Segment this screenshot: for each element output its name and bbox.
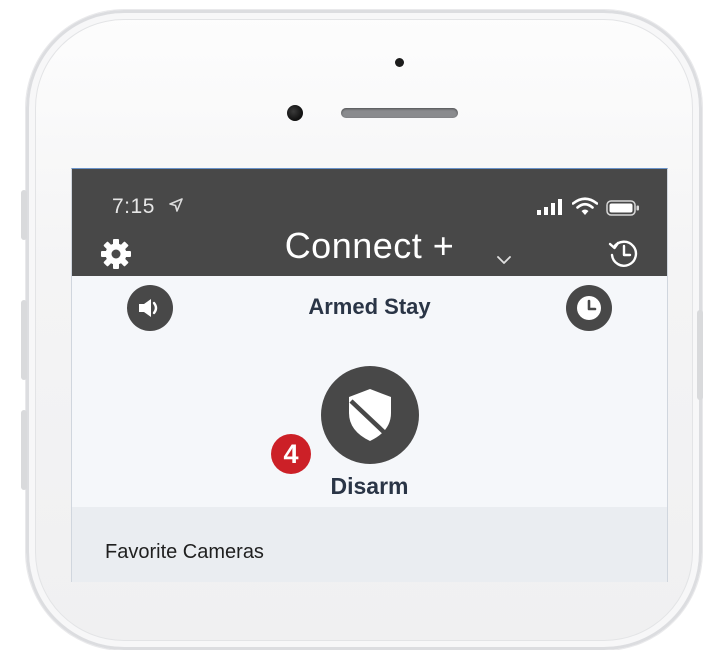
front-camera bbox=[287, 105, 303, 121]
disarm-label: Disarm bbox=[330, 473, 409, 499]
volume-up-button bbox=[21, 300, 27, 380]
delay-button[interactable] bbox=[566, 285, 612, 331]
history-icon[interactable] bbox=[605, 235, 643, 273]
app-title: Connect + bbox=[284, 225, 455, 266]
signal-bars-icon bbox=[537, 199, 562, 215]
section-title: Favorite Cameras bbox=[105, 541, 264, 563]
chevron-down-icon[interactable] bbox=[496, 255, 512, 265]
wifi-icon bbox=[572, 197, 598, 215]
volume-down-button bbox=[21, 410, 27, 490]
app-screen: 7:15 Connect + Armed Stay 4 Disarm Favor… bbox=[71, 168, 668, 582]
battery-icon bbox=[606, 200, 639, 216]
earpiece-speaker bbox=[341, 108, 458, 118]
mute-switch bbox=[21, 190, 27, 240]
clock-icon bbox=[577, 296, 601, 320]
location-arrow-icon bbox=[169, 198, 183, 212]
step-callout-badge: 4 bbox=[271, 434, 311, 474]
power-button bbox=[697, 310, 703, 400]
favorite-cameras-section: Favorite Cameras bbox=[72, 507, 667, 582]
shield-icon bbox=[349, 389, 391, 441]
app-header: 7:15 Connect + bbox=[72, 169, 667, 276]
disarm-button[interactable] bbox=[321, 366, 419, 464]
front-sensor bbox=[395, 58, 404, 67]
status-time: 7:15 bbox=[112, 195, 155, 218]
